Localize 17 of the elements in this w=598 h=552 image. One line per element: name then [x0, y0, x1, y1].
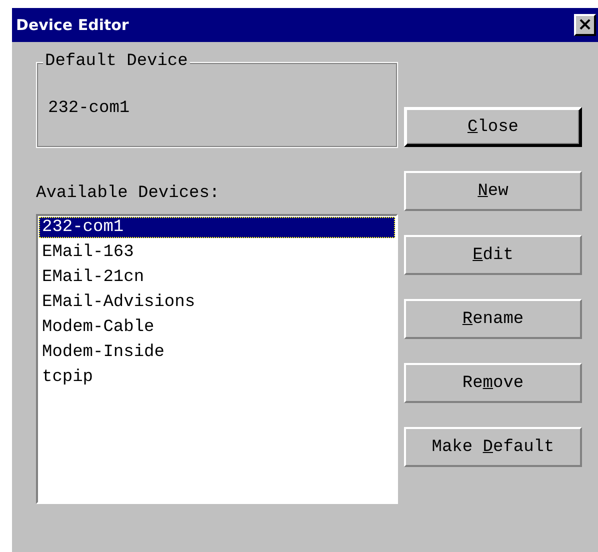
device-item[interactable]: Modem-Inside: [39, 342, 395, 363]
dialog-button[interactable]: Close: [404, 107, 582, 147]
dialog-button[interactable]: Rename: [404, 299, 582, 339]
dialog-button[interactable]: New: [404, 171, 582, 211]
device-item[interactable]: tcpip: [39, 367, 395, 388]
default-device-value: 232-com1: [48, 99, 130, 119]
device-item[interactable]: Modem-Cable: [39, 317, 395, 338]
device-item[interactable]: EMail-Advisions: [39, 292, 395, 313]
dialog-button[interactable]: Remove: [404, 363, 582, 403]
close-button[interactable]: ×: [574, 14, 596, 36]
device-item[interactable]: EMail-163: [39, 242, 395, 263]
device-item[interactable]: EMail-21cn: [39, 267, 395, 288]
available-devices-label: Available Devices:: [36, 184, 221, 204]
window-title: Device Editor: [16, 16, 129, 34]
dialog-button[interactable]: Edit: [404, 235, 582, 275]
dialog-button[interactable]: Make Default: [404, 427, 582, 467]
device-item[interactable]: 232-com1: [39, 217, 395, 238]
